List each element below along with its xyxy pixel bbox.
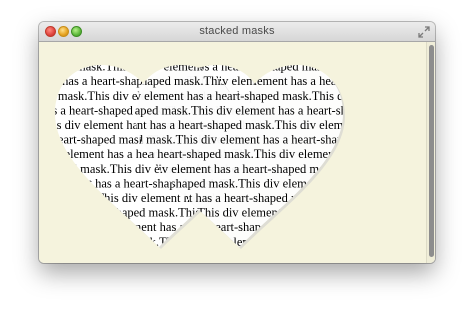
scrollbar-thumb[interactable] xyxy=(429,45,434,257)
heart-text-line: element has a heart-shaped mask.This div… xyxy=(107,118,426,132)
heart-text-line: div element has a heart-shaped mask.This… xyxy=(125,89,426,103)
web-content: div element has a heart-shaped mask.This… xyxy=(39,42,435,263)
vertical-scrollbar[interactable] xyxy=(426,42,435,263)
heart-text-line: -shaped mask.This div element has a hear… xyxy=(39,60,426,74)
app-window: stacked masks div element has a heart-sh… xyxy=(39,22,435,263)
heart-text-line: nt has a heart-shaped mask.This div elem… xyxy=(116,147,426,161)
fullscreen-icon[interactable] xyxy=(418,26,430,38)
heart-text-line: .This div element has a heart-shaped mas… xyxy=(116,60,426,74)
heart-text-line: ped mask.This div element has a heart-sh… xyxy=(125,133,426,147)
heart-text-line: div element has a heart-shaped mask.This… xyxy=(43,45,426,59)
heart-text-line: heart-shaped mask.This div element has a… xyxy=(107,74,426,88)
window-title: stacked masks xyxy=(199,25,275,37)
heart-text-line: t-shaped mask.This div element has a hea… xyxy=(116,103,426,117)
stacked-heart-masks: div element has a heart-shaped mask.This… xyxy=(39,45,426,249)
heart-text-line: has a heart-shaped mask.This div element… xyxy=(125,45,426,59)
title-bar[interactable]: stacked masks xyxy=(39,22,435,42)
heart-text-line: lement has a heart-shaped mask.This div … xyxy=(39,74,426,88)
